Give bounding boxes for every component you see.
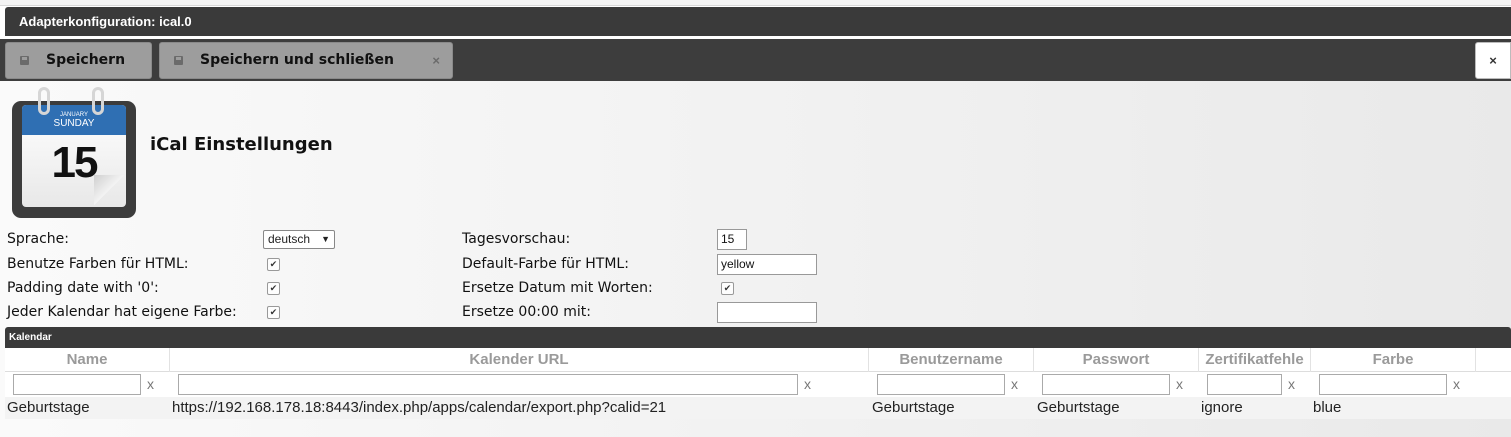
column-header-farbe[interactable]: Farbe: [1311, 348, 1476, 372]
table-header: Name Kalender URL Benutzername Passwort …: [5, 348, 1511, 372]
column-header-name[interactable]: Name: [5, 348, 170, 372]
ersetze-datum-checkbox[interactable]: ✔: [721, 282, 734, 295]
save-button-label: Speichern: [46, 52, 126, 68]
filter-input-url[interactable]: [178, 374, 798, 395]
padding-checkbox[interactable]: ✔: [267, 282, 280, 295]
chevron-down-icon: ▼: [321, 234, 330, 244]
filter-input-name[interactable]: [13, 374, 141, 395]
top-border: [0, 0, 1511, 6]
eigene-farbe-label: Jeder Kalendar hat eigene Farbe:: [7, 304, 237, 320]
kalendar-section-title: Kalendar: [5, 327, 1511, 348]
settings-panel: JANUARY SUNDAY 15 iCal Einstellungen Spr…: [0, 81, 1511, 437]
column-header-passwort[interactable]: Passwort: [1034, 348, 1199, 372]
cell-passwort: Geburtstage: [1037, 399, 1120, 416]
sprache-label: Sprache:: [7, 231, 70, 247]
column-header-benutzername[interactable]: Benutzername: [869, 348, 1034, 372]
close-dialog-button[interactable]: ×: [1475, 42, 1511, 79]
default-farbe-input[interactable]: yellow: [717, 254, 817, 275]
save-icon: [20, 56, 29, 65]
column-header-url[interactable]: Kalender URL: [170, 348, 869, 372]
tagesvorschau-label: Tagesvorschau:: [462, 231, 571, 247]
ersetze-0000-input[interactable]: [717, 302, 817, 323]
cell-url: https://192.168.178.18:8443/index.php/ap…: [172, 399, 667, 416]
clear-filter-passwort-icon[interactable]: x: [1176, 374, 1183, 395]
filter-input-passwort[interactable]: [1042, 374, 1170, 395]
cell-zertifikatfehler: ignore: [1201, 399, 1243, 416]
filter-input-zertifikatfehler[interactable]: [1207, 374, 1282, 395]
calendar-icon: JANUARY SUNDAY 15: [12, 87, 136, 219]
farben-html-checkbox[interactable]: ✔: [267, 258, 280, 271]
save-icon: [174, 56, 183, 65]
padding-label: Padding date with '0':: [7, 280, 159, 296]
sprache-select-value: deutsch: [268, 232, 311, 246]
tagesvorschau-input[interactable]: 15: [717, 229, 747, 250]
sprache-select[interactable]: deutsch ▼: [263, 230, 335, 249]
clear-filter-url-icon[interactable]: x: [804, 374, 811, 395]
column-header-zertifikatfehler[interactable]: Zertifikatfehle: [1199, 348, 1311, 372]
toolbar: Speichern Speichern und schließen ×: [0, 39, 1511, 81]
default-farbe-label: Default-Farbe für HTML:: [462, 256, 629, 272]
ersetze-datum-label: Ersetze Datum mit Worten:: [462, 280, 653, 296]
page-title: iCal Einstellungen: [150, 134, 333, 155]
clear-filter-farbe-icon[interactable]: x: [1453, 374, 1460, 395]
save-and-close-button[interactable]: Speichern und schließen ×: [159, 42, 453, 79]
filter-input-benutzername[interactable]: [877, 374, 1005, 395]
farben-html-label: Benutze Farben für HTML:: [7, 256, 189, 272]
save-and-close-label: Speichern und schließen: [200, 52, 394, 68]
table-row[interactable]: Geburtstage https://192.168.178.18:8443/…: [5, 397, 1511, 419]
close-icon: ×: [432, 53, 440, 68]
clear-filter-benutzername-icon[interactable]: x: [1011, 374, 1018, 395]
eigene-farbe-checkbox[interactable]: ✔: [267, 306, 280, 319]
clear-filter-zertifikatfehler-icon[interactable]: x: [1288, 374, 1295, 395]
calendar-icon-weekday: SUNDAY: [53, 118, 95, 129]
cell-name: Geburtstage: [7, 399, 90, 416]
ersetze-0000-label: Ersetze 00:00 mit:: [462, 304, 591, 320]
cell-benutzername: Geburtstage: [872, 399, 955, 416]
filter-input-farbe[interactable]: [1319, 374, 1447, 395]
window-title: Adapterkonfiguration: ical.0: [5, 7, 1511, 36]
cell-farbe: blue: [1313, 399, 1342, 416]
clear-filter-name-icon[interactable]: x: [147, 374, 154, 395]
save-button[interactable]: Speichern: [5, 42, 152, 79]
filter-row: x x x x x x: [5, 372, 1511, 397]
